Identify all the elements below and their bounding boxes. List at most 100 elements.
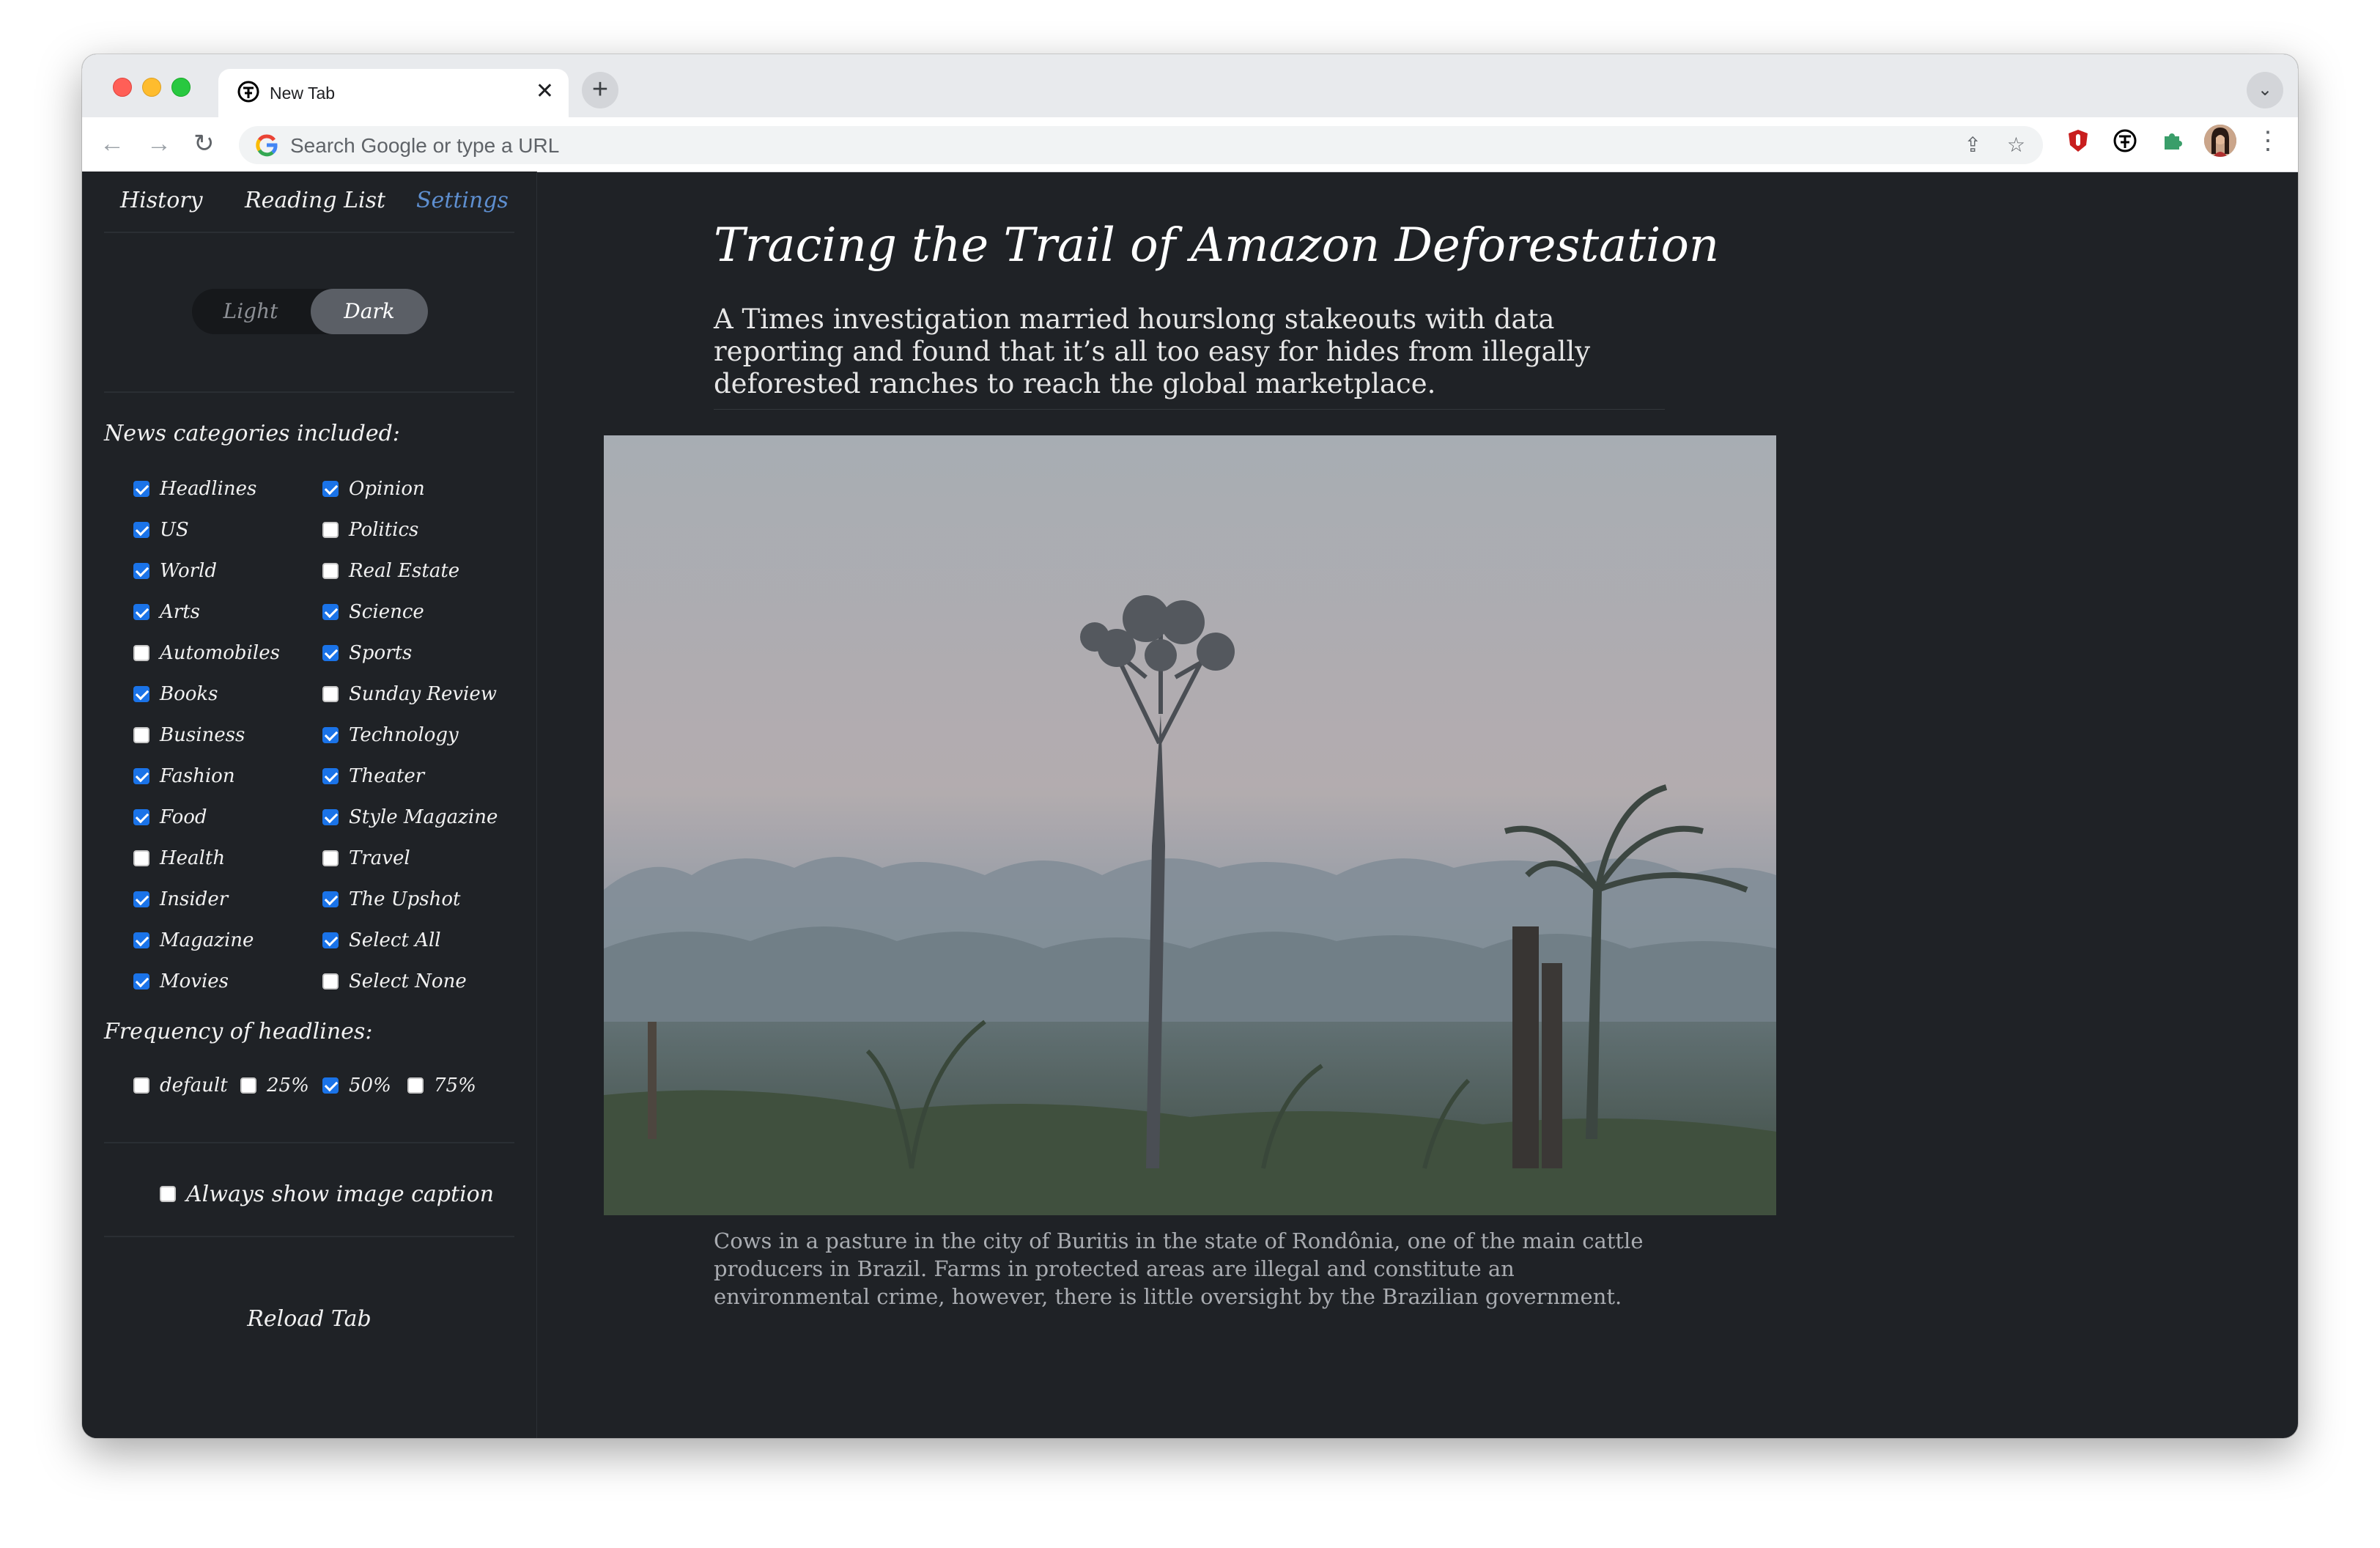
close-window-button[interactable] (113, 78, 132, 97)
category-technology-checkbox[interactable] (322, 727, 339, 743)
tab-strip: New Tab ✕ + ⌄ (82, 54, 2298, 117)
tab-search-button[interactable]: ⌄ (2247, 72, 2283, 108)
category-the-upshot-checkbox[interactable] (322, 891, 339, 907)
category-arts-checkbox[interactable] (133, 604, 149, 620)
category-real-estate-label: Real Estate (349, 560, 460, 582)
address-input[interactable] (289, 132, 1904, 160)
category-food-checkbox[interactable] (133, 809, 149, 825)
category-arts-label: Arts (160, 601, 200, 623)
category-select-all-label: Select All (349, 929, 441, 951)
category-fashion-label: Fashion (160, 765, 235, 787)
category-opinion-label: Opinion (349, 478, 425, 500)
reload-icon[interactable]: ↻ (193, 129, 215, 158)
caption-option-label: Always show image caption (186, 1182, 495, 1207)
category-automobiles-checkbox[interactable] (133, 645, 149, 661)
reload-tab-button[interactable]: Reload Tab (82, 1306, 536, 1332)
category-select-all-checkbox[interactable] (322, 932, 339, 948)
category-automobiles-label: Automobiles (160, 642, 280, 664)
browser-toolbar: ← → ↻ ⇪ ☆ (82, 117, 2298, 172)
category-insider-checkbox[interactable] (133, 891, 149, 907)
nav-history[interactable]: History (120, 188, 203, 213)
category-magazine-checkbox[interactable] (133, 932, 149, 948)
category-theater-label: Theater (349, 765, 425, 787)
profile-avatar[interactable] (2204, 125, 2236, 157)
category-health-label: Health (160, 847, 226, 869)
extensions-puzzle-icon[interactable] (2159, 128, 2185, 154)
address-bar[interactable]: ⇪ ☆ (239, 126, 2043, 164)
category-movies-label: Movies (160, 970, 229, 992)
category-travel-label: Travel (349, 847, 410, 869)
caption-option-checkbox[interactable] (160, 1186, 176, 1202)
new-tab-button[interactable]: + (582, 72, 618, 108)
chrome-menu-icon[interactable]: ⋮ (2255, 126, 2280, 155)
category-books-checkbox[interactable] (133, 686, 149, 702)
category-select-none-label: Select None (349, 970, 467, 992)
minimize-window-button[interactable] (142, 78, 161, 97)
category-us-checkbox[interactable] (133, 522, 149, 538)
category-business-label: Business (160, 724, 245, 746)
category-sports-checkbox[interactable] (322, 645, 339, 661)
frequency-75--checkbox[interactable] (407, 1077, 424, 1094)
category-food-label: Food (160, 806, 207, 828)
zoom-window-button[interactable] (171, 78, 191, 97)
category-the-upshot-label: The Upshot (349, 888, 461, 910)
category-headlines-label: Headlines (160, 478, 257, 500)
category-style-magazine-label: Style Magazine (349, 806, 498, 828)
category-headlines-checkbox[interactable] (133, 481, 149, 497)
category-technology-label: Technology (349, 724, 459, 746)
category-theater-checkbox[interactable] (322, 768, 339, 784)
category-politics-checkbox[interactable] (322, 522, 339, 538)
share-icon[interactable]: ⇪ (1965, 133, 1981, 157)
category-business-checkbox[interactable] (133, 727, 149, 743)
back-arrow-icon[interactable]: ← (100, 129, 125, 158)
category-insider-label: Insider (160, 888, 229, 910)
category-world-label: World (160, 560, 217, 582)
frequency-75--label: 75% (434, 1075, 476, 1096)
photo-caption: Cows in a pasture in the city of Buritis… (714, 1228, 1644, 1309)
close-tab-icon[interactable]: ✕ (536, 79, 554, 104)
category-magazine-label: Magazine (160, 929, 254, 951)
nyt-logo-icon (237, 81, 259, 103)
nyt-extension-icon[interactable] (2112, 128, 2138, 154)
divider (104, 1236, 514, 1237)
divider (714, 409, 1665, 410)
tab-new-tab[interactable]: New Tab ✕ (218, 69, 569, 117)
nav-reading-list[interactable]: Reading List (245, 188, 385, 213)
forward-arrow-icon[interactable]: → (147, 129, 171, 158)
category-politics-label: Politics (349, 519, 419, 541)
category-science-checkbox[interactable] (322, 604, 339, 620)
category-health-checkbox[interactable] (133, 850, 149, 866)
frequency-default-label: default (160, 1075, 228, 1096)
article-title[interactable]: Tracing the Trail of Amazon Deforestatio… (714, 218, 1719, 273)
frequency-50--label: 50% (349, 1075, 391, 1096)
frequency-heading: Frequency of headlines: (104, 1019, 373, 1044)
article-photo[interactable] (604, 435, 1776, 1215)
browser-window: New Tab ✕ + ⌄ ← → ↻ ⇪ ☆ (82, 54, 2298, 1438)
category-select-none-checkbox[interactable] (322, 973, 339, 989)
category-fashion-checkbox[interactable] (133, 768, 149, 784)
category-sunday-review-checkbox[interactable] (322, 686, 339, 702)
categories-heading: News categories included: (104, 421, 400, 446)
frequency-25--checkbox[interactable] (240, 1077, 256, 1094)
divider (104, 391, 514, 393)
theme-light-option[interactable]: Light (192, 289, 309, 334)
divider (104, 232, 514, 233)
google-g-icon (256, 134, 278, 157)
category-opinion-checkbox[interactable] (322, 481, 339, 497)
nav-settings[interactable]: Settings (416, 188, 509, 213)
tab-title: New Tab (270, 84, 336, 103)
category-science-label: Science (349, 601, 424, 623)
frequency-50--checkbox[interactable] (322, 1077, 339, 1094)
bookmark-star-icon[interactable]: ☆ (2007, 133, 2025, 157)
category-real-estate-checkbox[interactable] (322, 563, 339, 579)
category-world-checkbox[interactable] (133, 563, 149, 579)
category-style-magazine-checkbox[interactable] (322, 809, 339, 825)
frequency-default-checkbox[interactable] (133, 1077, 149, 1094)
category-us-label: US (160, 519, 189, 541)
theme-dark-option[interactable]: Dark (311, 289, 428, 334)
category-books-label: Books (160, 683, 218, 705)
category-movies-checkbox[interactable] (133, 973, 149, 989)
ublock-origin-icon[interactable] (2065, 128, 2091, 154)
theme-toggle[interactable]: Light Dark (192, 289, 428, 334)
category-travel-checkbox[interactable] (322, 850, 339, 866)
